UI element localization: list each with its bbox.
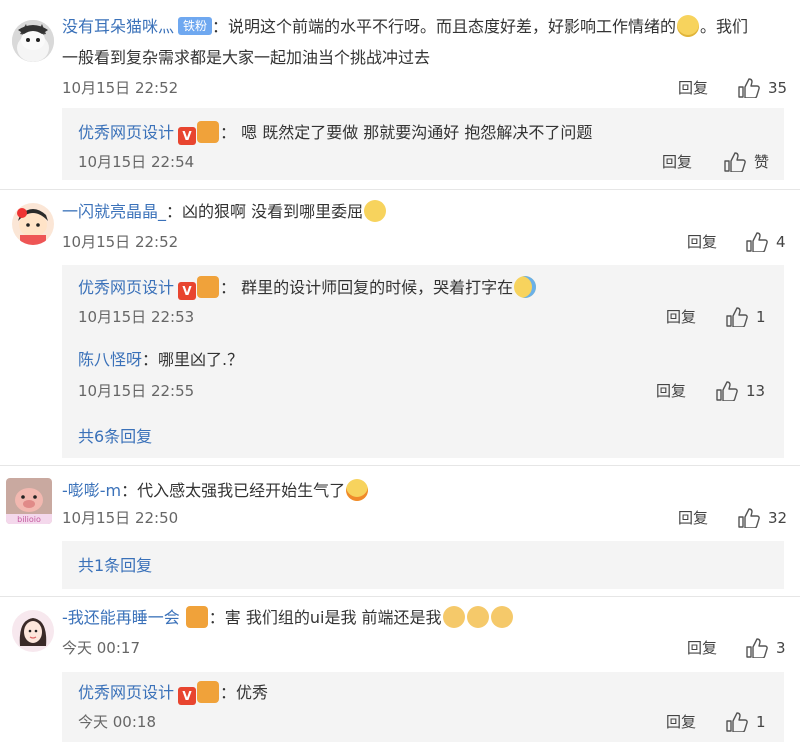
reply-box: 共1条回复 <box>62 541 784 589</box>
reply-button[interactable]: 回复 <box>687 638 717 658</box>
reply-text: 优秀网页设计 V ： 嗯 既然定了要做 那就要沟通好 抱怨解决不了问题 <box>78 118 592 148</box>
like-count: 32 <box>768 509 788 527</box>
thumbs-up-icon <box>746 232 768 252</box>
like-button[interactable]: 3 <box>746 638 786 658</box>
reply-body: ：优秀 <box>220 683 269 702</box>
username-link[interactable]: -嘭嘭-m <box>62 481 121 500</box>
medal-icon <box>197 681 220 703</box>
username-link[interactable]: 没有耳朵猫咪灬 <box>62 17 174 36</box>
crying-emoji-icon <box>514 276 537 298</box>
timestamp: 今天 00:17 <box>62 639 140 657</box>
thumbs-up-icon <box>724 152 746 172</box>
angry-emoji-icon <box>346 479 369 501</box>
comment-text: -嘭嘭-m：代入感太强我已经开始生气了 <box>62 476 369 506</box>
reply-body: ： 嗯 既然定了要做 那就要沟通好 抱怨解决不了问题 <box>220 123 593 142</box>
like-button[interactable]: 32 <box>738 508 787 528</box>
dog-emoji-icon <box>466 606 489 628</box>
like-count: 1 <box>756 713 766 731</box>
emoji-icon <box>364 200 387 222</box>
like-label: 赞 <box>754 153 770 171</box>
like-count: 3 <box>776 639 786 657</box>
timestamp: 10月15日 22:55 <box>78 382 195 400</box>
comment-text: -我还能再睡一会 ：害 我们组的ui是我 前端还是我 <box>62 603 514 633</box>
thumbs-up-icon <box>746 638 768 658</box>
reply-button[interactable]: 回复 <box>662 152 692 172</box>
username-link[interactable]: 一闪就亮晶晶_ <box>62 202 166 221</box>
dog-emoji-icon <box>442 606 465 628</box>
username-link[interactable]: -我还能再睡一会 <box>62 608 180 627</box>
reply-body: ：哪里凶了.？ <box>142 350 244 369</box>
like-count: 1 <box>756 308 766 326</box>
comment-text-line2: 一般看到复杂需求都是大家一起加油当个挑战冲过去 <box>62 48 431 67</box>
username-link[interactable]: 优秀网页设计 <box>78 278 174 297</box>
medal-icon <box>185 606 208 628</box>
like-button[interactable]: 35 <box>738 78 787 98</box>
more-replies-link[interactable]: 共6条回复 <box>78 427 152 447</box>
timestamp: 10月15日 22:54 <box>78 153 195 171</box>
medal-icon <box>197 121 220 143</box>
username-link[interactable]: 优秀网页设计 <box>78 123 174 142</box>
divider <box>0 465 800 466</box>
timestamp: 10月15日 22:52 <box>62 79 179 97</box>
avatar[interactable] <box>12 610 54 652</box>
thumbs-up-icon <box>716 381 738 401</box>
emoji-icon <box>677 15 700 37</box>
fan-badge: 铁粉 <box>178 17 213 35</box>
like-button[interactable]: 赞 <box>724 152 769 172</box>
timestamp: 10月15日 22:52 <box>62 233 179 251</box>
username-link[interactable]: 优秀网页设计 <box>78 683 174 702</box>
like-button[interactable]: 4 <box>746 232 786 252</box>
reply-text: 优秀网页设计 V ： 群里的设计师回复的时候，哭着打字在 <box>78 273 537 303</box>
verified-v-icon: V <box>178 687 197 705</box>
reply-button[interactable]: 回复 <box>687 232 717 252</box>
divider <box>0 596 800 597</box>
reply-text: 陈八怪呀：哪里凶了.？ <box>78 345 243 375</box>
medal-icon <box>197 276 220 298</box>
reply-box: 优秀网页设计 V： 群里的设计师回复的时候，哭着打字在 10月15日 22:53 … <box>62 265 784 458</box>
reply-button[interactable]: 回复 <box>666 307 696 327</box>
like-count: 35 <box>768 79 788 97</box>
reply-button[interactable]: 回复 <box>678 78 708 98</box>
comment-body: ：凶的狠啊 没看到哪里委屈 <box>166 202 364 221</box>
comment-text: 一闪就亮晶晶_：凶的狠啊 没看到哪里委屈 <box>62 197 387 227</box>
avatar[interactable] <box>12 20 54 62</box>
reply-button[interactable]: 回复 <box>656 381 686 401</box>
avatar[interactable] <box>12 203 54 245</box>
reply-box: 优秀网页设计 V ：优秀 今天 00:18 回复 1 <box>62 672 784 742</box>
timestamp: 10月15日 22:50 <box>62 509 179 527</box>
more-replies-link[interactable]: 共1条回复 <box>78 556 152 576</box>
like-count: 4 <box>776 233 786 251</box>
reply-button[interactable]: 回复 <box>678 508 708 528</box>
like-button[interactable]: 13 <box>716 381 765 401</box>
avatar[interactable]: bilioio <box>6 478 52 524</box>
thumbs-up-icon <box>726 712 748 732</box>
comment-body: ：害 我们组的ui是我 前端还是我 <box>208 608 442 627</box>
divider <box>0 189 800 190</box>
reply-button[interactable]: 回复 <box>666 712 696 732</box>
verified-v-icon: V <box>178 282 197 300</box>
thumbs-up-icon <box>738 78 760 98</box>
comment-body-tail: 。我们 <box>700 17 749 36</box>
dog-emoji-icon <box>490 606 513 628</box>
reply-body: ： 群里的设计师回复的时候，哭着打字在 <box>220 278 514 297</box>
timestamp: 今天 00:18 <box>78 713 156 731</box>
like-button[interactable]: 1 <box>726 712 766 732</box>
thumbs-up-icon <box>726 307 748 327</box>
username-link[interactable]: 陈八怪呀 <box>78 350 142 369</box>
comment-text: 没有耳朵猫咪灬 铁粉 ：说明这个前端的水平不行呀。而且态度好差，好影响工作情绪的 。我… <box>62 12 748 42</box>
reply-box: 优秀网页设计 V ： 嗯 既然定了要做 那就要沟通好 抱怨解决不了问题 10月15日… <box>62 108 784 180</box>
comment-body: ：代入感太强我已经开始生气了 <box>121 481 346 500</box>
thumbs-up-icon <box>738 508 760 528</box>
reply-text: 优秀网页设计 V ：优秀 <box>78 678 268 708</box>
timestamp: 10月15日 22:53 <box>78 308 195 326</box>
like-button[interactable]: 1 <box>726 307 766 327</box>
comment-body: ：说明这个前端的水平不行呀。而且态度好差，好影响工作情绪的 <box>212 17 677 36</box>
verified-v-icon: V <box>178 127 197 145</box>
svg-text:bilioio: bilioio <box>17 515 41 524</box>
like-count: 13 <box>746 382 766 400</box>
